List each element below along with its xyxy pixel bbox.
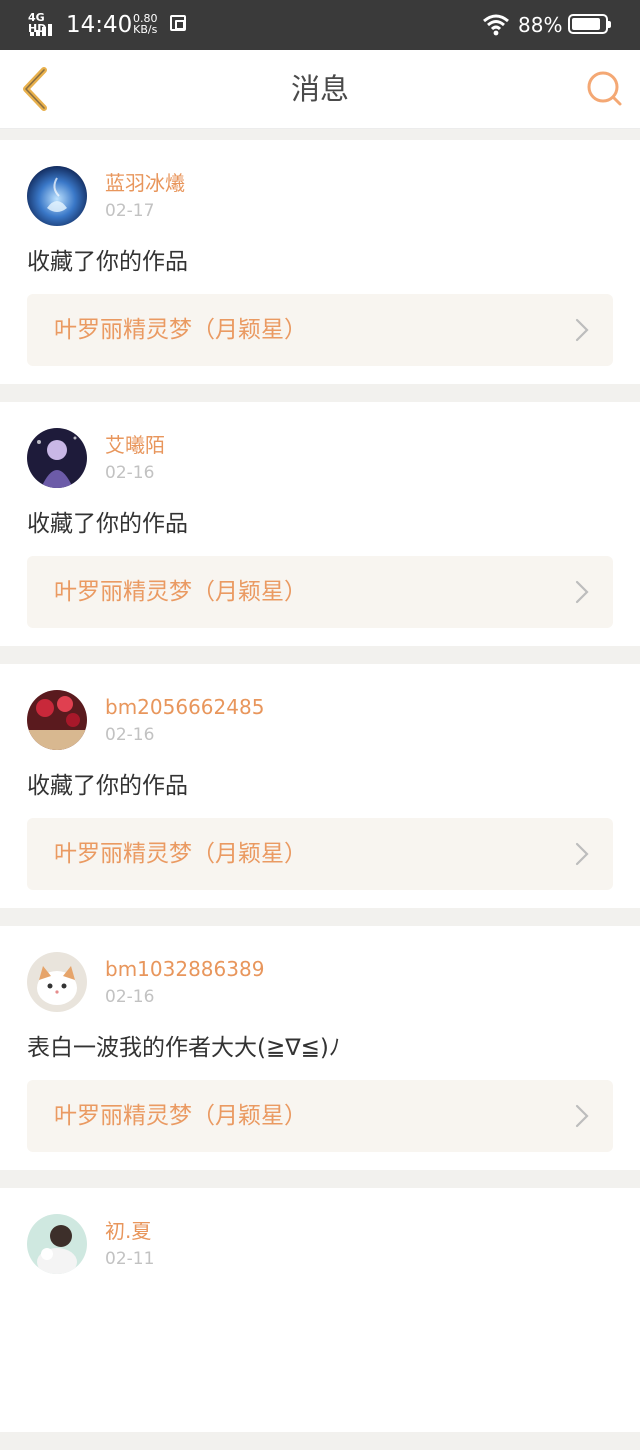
user-avatar[interactable] — [27, 690, 87, 750]
message-card: bm2056662485 02-16 收藏了你的作品 叶罗丽精灵梦（月颖星） — [0, 664, 640, 908]
work-title: 叶罗丽精灵梦（月颖星） — [54, 317, 307, 343]
message-card: bm1032886389 02-16 表白一波我的作者大大(≧∇≦)ﾉ 叶罗丽精… — [0, 926, 640, 1170]
message-card: 初.夏 02-11 — [0, 1188, 640, 1432]
work-title: 叶罗丽精灵梦（月颖星） — [54, 841, 307, 867]
network-speed: 0.80 KB/s — [133, 13, 158, 35]
username[interactable]: bm2056662485 — [105, 694, 264, 720]
message-list: 蓝羽冰爔 02-17 收藏了你的作品 叶罗丽精灵梦（月颖星） 艾曦陌 02-16… — [0, 140, 640, 1450]
work-link[interactable]: 叶罗丽精灵梦（月颖星） — [27, 1080, 613, 1152]
clock: 14:40 — [66, 12, 133, 38]
work-link[interactable]: 叶罗丽精灵梦（月颖星） — [27, 294, 613, 366]
search-icon[interactable] — [584, 68, 626, 110]
work-link[interactable]: 叶罗丽精灵梦（月颖星） — [27, 818, 613, 890]
user-avatar[interactable] — [27, 428, 87, 488]
username[interactable]: 艾曦陌 — [105, 432, 165, 458]
message-date: 02-16 — [105, 987, 155, 1007]
battery-percent: 88% — [518, 13, 563, 37]
message-date: 02-17 — [105, 201, 155, 221]
battery-icon — [568, 14, 611, 34]
message-date: 02-11 — [105, 1249, 155, 1269]
username[interactable]: 初.夏 — [105, 1218, 151, 1244]
work-title: 叶罗丽精灵梦（月颖星） — [54, 579, 307, 605]
message-text: 收藏了你的作品 — [27, 511, 188, 537]
app-header: 消息 — [0, 50, 640, 129]
signal-icon: 4G HD — [28, 12, 58, 36]
work-link[interactable]: 叶罗丽精灵梦（月颖星） — [27, 556, 613, 628]
message-text: 收藏了你的作品 — [27, 249, 188, 275]
message-date: 02-16 — [105, 725, 155, 745]
status-bar: 4G HD 14:40 0.80 KB/s 88% — [0, 0, 640, 50]
username[interactable]: 蓝羽冰爔 — [105, 170, 185, 196]
user-avatar[interactable] — [27, 166, 87, 226]
page-title: 消息 — [290, 72, 349, 106]
chevron-right-icon — [575, 842, 589, 866]
message-date: 02-16 — [105, 463, 155, 483]
message-text: 收藏了你的作品 — [27, 773, 188, 799]
wifi-icon — [483, 14, 509, 36]
chevron-right-icon — [575, 1104, 589, 1128]
message-text: 表白一波我的作者大大(≧∇≦)ﾉ — [27, 1035, 341, 1061]
chevron-right-icon — [575, 580, 589, 604]
message-card: 艾曦陌 02-16 收藏了你的作品 叶罗丽精灵梦（月颖星） — [0, 402, 640, 646]
user-avatar[interactable] — [27, 1214, 87, 1274]
screenshot-icon — [170, 15, 186, 31]
work-title: 叶罗丽精灵梦（月颖星） — [54, 1103, 307, 1129]
speed-unit: KB/s — [133, 23, 158, 36]
chevron-right-icon — [575, 318, 589, 342]
user-avatar[interactable] — [27, 952, 87, 1012]
username[interactable]: bm1032886389 — [105, 956, 264, 982]
message-card: 蓝羽冰爔 02-17 收藏了你的作品 叶罗丽精灵梦（月颖星） — [0, 140, 640, 384]
